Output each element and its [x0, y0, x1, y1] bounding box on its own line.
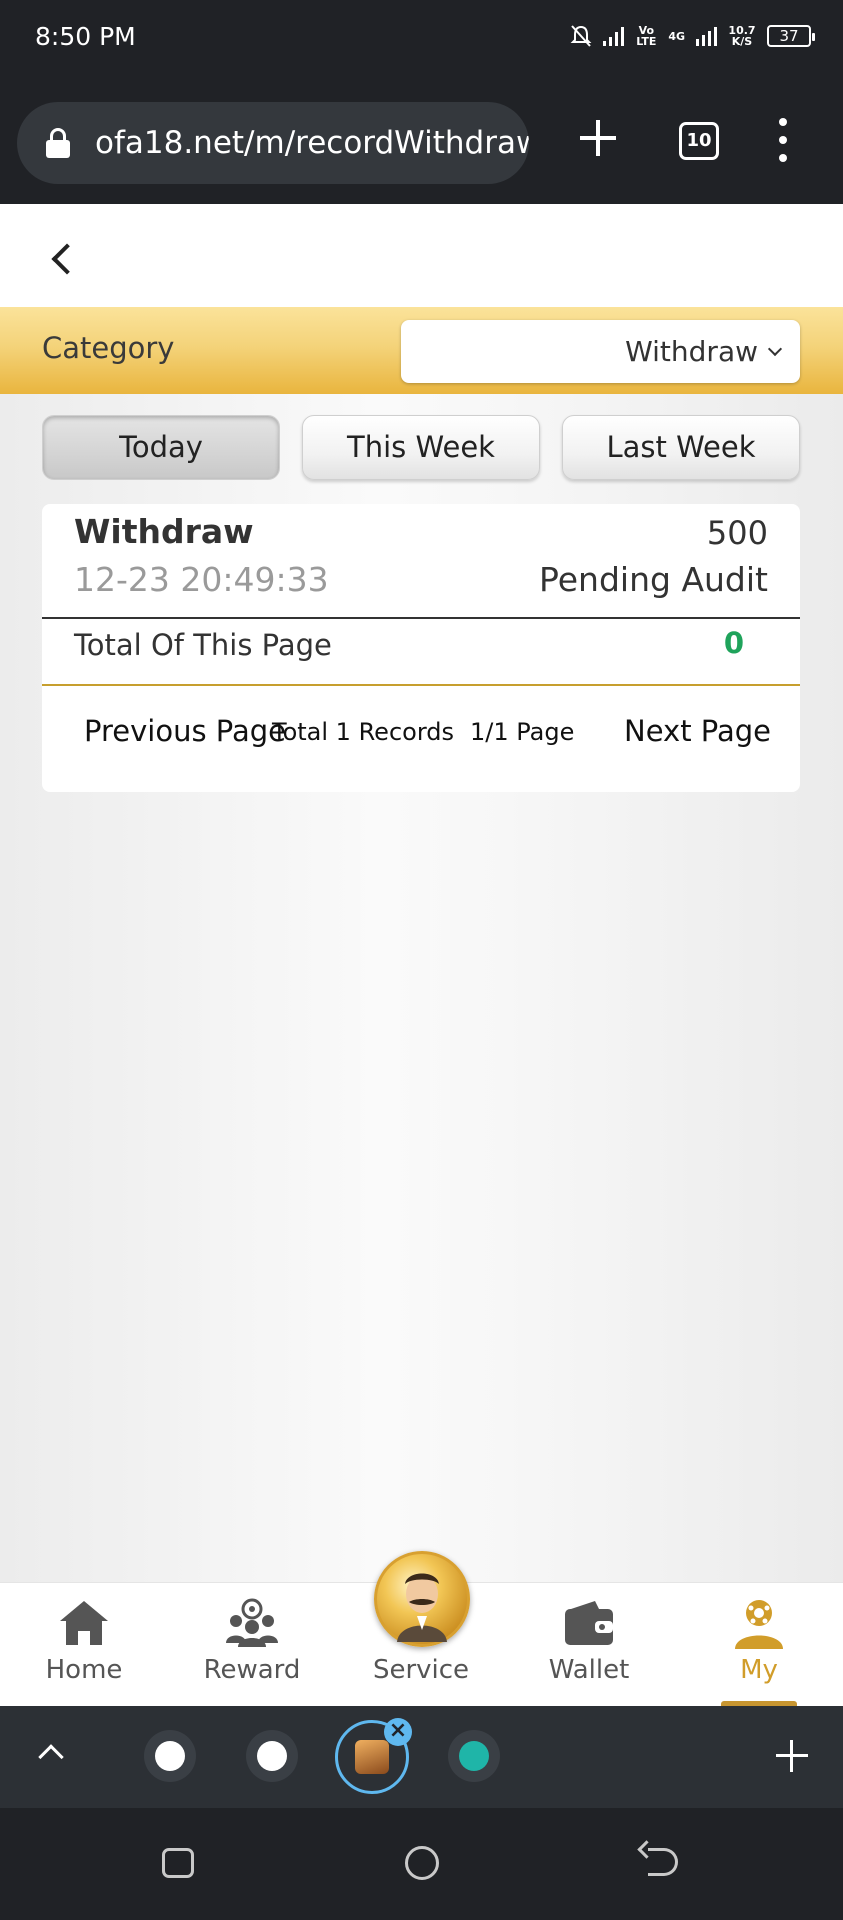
address-bar[interactable]: ofa18.net/m/recordWithdraw [17, 102, 529, 184]
signal-icon [603, 27, 625, 46]
home-icon [60, 1601, 108, 1645]
tab-favicon-1[interactable] [144, 1730, 196, 1782]
main-content: Today This Week Last Week Withdraw 500 1… [0, 394, 843, 1582]
my-profile-icon [735, 1600, 783, 1649]
screen: 8:50 PM Vo LTE 4G 10.7 K/S 37 ofa18.net/… [0, 0, 843, 1920]
nav-my[interactable]: My [684, 1583, 834, 1707]
nav-service[interactable]: Service [346, 1551, 496, 1707]
mute-bell-icon [570, 25, 592, 47]
wallet-icon [565, 1601, 613, 1645]
chevron-down-icon [767, 341, 783, 356]
nav-home[interactable]: Home [9, 1583, 159, 1707]
tab-this-week[interactable]: This Week [302, 415, 540, 480]
total-records-text: Total 1 Records [272, 718, 455, 746]
next-page-button[interactable]: Next Page [624, 714, 771, 748]
page-total-label: Total Of This Page [74, 628, 332, 662]
bottom-nav: Home Reward Service Wallet My [0, 1551, 843, 1707]
status-bar: 8:50 PM Vo LTE 4G 10.7 K/S 37 [0, 0, 843, 78]
browser-toolbar: ofa18.net/m/recordWithdraw 10 [0, 78, 843, 204]
tab-today[interactable]: Today [42, 415, 280, 480]
category-label: Category [42, 331, 175, 365]
close-tab-icon[interactable]: × [384, 1718, 412, 1746]
status-time: 8:50 PM [35, 22, 136, 51]
tab-favicon-4[interactable] [448, 1730, 500, 1782]
tab-switcher-button[interactable]: 10 [679, 122, 719, 160]
new-tab-button[interactable] [575, 116, 621, 162]
chevron-up-icon[interactable] [38, 1744, 64, 1770]
record-card: Withdraw 500 12-23 20:49:33 Pending Audi… [42, 504, 800, 792]
category-selected-value: Withdraw [625, 335, 758, 368]
4g-signal-icon: 4G [668, 29, 685, 43]
record-amount: 500 [706, 514, 768, 552]
category-select[interactable]: Withdraw [401, 320, 800, 383]
record-time: 12-23 20:49:33 [74, 560, 329, 599]
nav-my-label: My [740, 1655, 778, 1685]
lock-icon[interactable] [45, 128, 71, 158]
previous-page-button[interactable]: Previous Page [84, 714, 286, 748]
home-circle-icon[interactable] [405, 1846, 439, 1880]
app-header [0, 204, 843, 307]
browser-tab-strip: × [0, 1706, 843, 1808]
back-arrow-icon[interactable] [51, 243, 83, 275]
tab-last-week[interactable]: Last Week [562, 415, 800, 480]
system-navigation-bar [0, 1808, 843, 1920]
nav-service-label: Service [372, 1655, 470, 1685]
status-icons: Vo LTE 4G 10.7 K/S 37 [570, 24, 815, 48]
tab-favicon-2[interactable] [246, 1730, 298, 1782]
nav-wallet-label: Wallet [548, 1655, 630, 1685]
page-indicator: 1/1 Page [470, 718, 575, 746]
record-type: Withdraw [74, 512, 254, 551]
nav-reward[interactable]: Reward [177, 1583, 327, 1707]
nav-reward-label: Reward [203, 1655, 301, 1685]
battery-icon: 37 [767, 25, 815, 47]
volte-icon: Vo LTE [636, 24, 657, 48]
page-total-value: 0 [723, 626, 744, 660]
data-speed-icon: 10.7 K/S [728, 24, 756, 48]
recent-apps-icon[interactable] [162, 1848, 194, 1878]
add-tab-icon[interactable] [776, 1740, 808, 1772]
reward-icon [226, 1598, 278, 1647]
more-menu-icon[interactable] [776, 118, 790, 162]
nav-home-label: Home [45, 1655, 123, 1685]
signal-strength-icon [696, 27, 717, 46]
category-bar: Category Withdraw [0, 307, 843, 394]
system-back-icon[interactable] [648, 1848, 678, 1876]
nav-wallet[interactable]: Wallet [514, 1583, 664, 1707]
divider [42, 617, 800, 619]
url-text[interactable]: ofa18.net/m/recordWithdraw [95, 125, 529, 161]
record-status: Pending Audit [539, 560, 768, 599]
divider [42, 684, 800, 686]
service-avatar-icon [374, 1551, 470, 1647]
